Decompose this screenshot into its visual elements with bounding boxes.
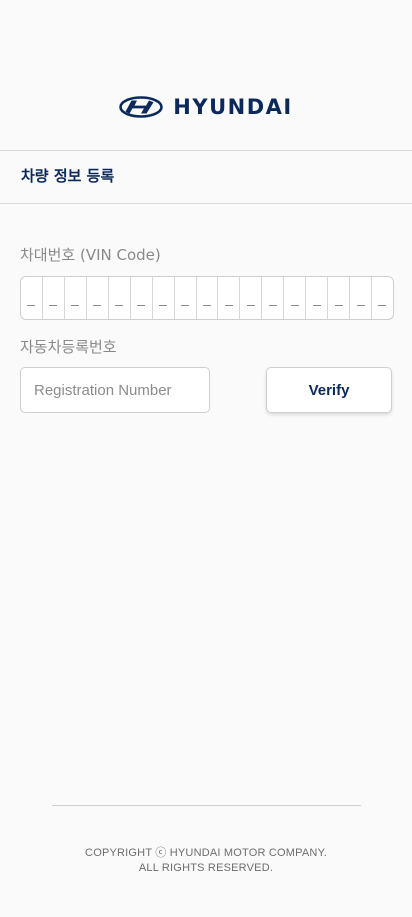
vin-char-box[interactable] (153, 277, 175, 319)
vin-char-box[interactable] (306, 277, 329, 319)
vin-char-placeholder (246, 305, 255, 306)
vin-char-placeholder (224, 305, 233, 306)
vin-char-placeholder (115, 305, 124, 306)
vin-char-placeholder (268, 305, 277, 306)
vin-char-box[interactable] (262, 277, 285, 319)
vin-char-placeholder (202, 305, 211, 306)
vin-char-box[interactable] (109, 277, 131, 319)
footer: COPYRIGHT ⓒ HYUNDAI MOTOR COMPANY. ALL R… (0, 846, 412, 876)
vin-char-box[interactable] (175, 277, 197, 319)
footer-divider (52, 805, 361, 806)
vin-char-box[interactable] (65, 277, 87, 319)
vin-char-placeholder (93, 305, 102, 306)
section-title: 차량 정보 등록 (21, 167, 115, 185)
vin-char-placeholder (137, 305, 146, 306)
vin-char-box[interactable] (240, 277, 263, 319)
vin-char-placeholder (334, 305, 343, 306)
header-divider (0, 150, 412, 151)
vin-char-box[interactable] (131, 277, 153, 319)
vin-char-box[interactable] (372, 277, 393, 319)
vin-label: 차대번호 (VIN Code) (20, 246, 161, 264)
vin-char-placeholder (312, 305, 321, 306)
vin-char-box[interactable] (328, 277, 351, 319)
section-divider (0, 203, 412, 204)
hyundai-logo: HYUNDAI (0, 88, 412, 126)
vin-char-placeholder (290, 305, 299, 306)
vin-char-placeholder (181, 305, 190, 306)
vin-input-group[interactable] (20, 276, 394, 320)
vin-char-placeholder (159, 305, 168, 306)
vin-char-box[interactable] (87, 277, 109, 319)
vin-char-box[interactable] (43, 277, 65, 319)
brand-wordmark: HYUNDAI (173, 94, 293, 119)
vin-char-box[interactable] (350, 277, 372, 319)
vin-char-placeholder (378, 305, 387, 306)
registration-label: 자동차등록번호 (20, 338, 117, 356)
rights-text: ALL RIGHTS RESERVED. (138, 862, 274, 874)
vin-char-box[interactable] (197, 277, 219, 319)
vin-char-box[interactable] (218, 277, 241, 319)
vin-char-placeholder (27, 305, 36, 306)
vin-char-placeholder (49, 305, 58, 306)
vin-char-box[interactable] (284, 277, 307, 319)
verify-button[interactable]: Verify (266, 367, 392, 413)
hyundai-emblem-icon (119, 96, 164, 118)
copyright-text: COPYRIGHT ⓒ HYUNDAI MOTOR COMPANY. (85, 847, 327, 859)
registration-number-input[interactable] (20, 367, 210, 413)
vin-char-placeholder (356, 305, 365, 306)
vin-char-placeholder (71, 305, 80, 306)
vehicle-registration-page: HYUNDAI 차량 정보 등록 차대번호 (VIN Code) 자동차등록번호… (0, 0, 412, 917)
vin-char-box[interactable] (21, 277, 43, 319)
